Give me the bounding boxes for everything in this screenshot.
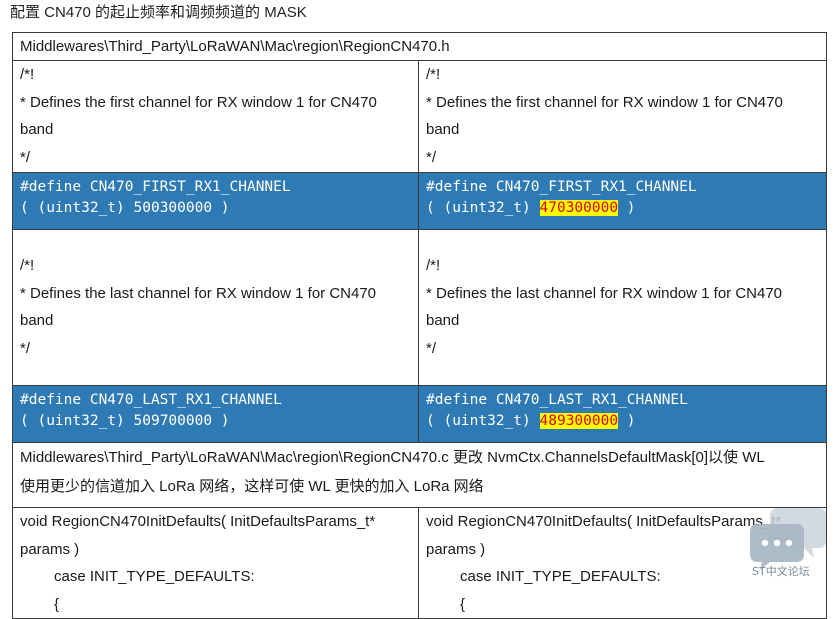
comment-text-cont: band [20,312,54,329]
brace-line: { [54,595,60,613]
comment-open: /*! [426,66,441,83]
case-line: case INIT_TYPE_DEFAULTS: [54,568,255,585]
note-row: Middlewares\Third_Party\LoRaWAN\Mac\regi… [11,442,828,508]
first-comment-right: /*! * Defines the first channel for RX w… [417,60,828,173]
comment-close: */ [426,339,437,357]
function-left: void RegionCN470InitDefaults( InitDefaul… [12,507,419,619]
file-path-header: Middlewares\Third_Party\LoRaWAN\Mac\regi… [11,32,828,61]
first-define-row: #define CN470_FIRST_RX1_CHANNEL ( (uint3… [12,172,828,230]
comment-text: * Defines the last channel for RX window… [426,284,783,302]
document-caption: 配置 CN470 的起止频率和调频频道的 MASK [10,4,307,21]
comment-text-cont: band [426,121,460,138]
comment-open: /*! [20,257,35,274]
comment-close: */ [20,148,31,166]
watermark-text: ST中文论坛 [752,565,810,578]
last-define-row: #define CN470_LAST_RX1_CHANNEL ( (uint32… [12,385,828,443]
first-comment-left: /*! * Defines the first channel for RX w… [12,60,419,173]
last-comment-row: /*! * Defines the last channel for RX wi… [12,229,828,386]
comment-close: */ [426,148,437,166]
define-value-line: ( (uint32_t) 489300000 ) [426,413,636,429]
modified-value-highlight: 489300000 [539,413,619,429]
first-define-left: #define CN470_FIRST_RX1_CHANNEL ( (uint3… [12,172,419,230]
first-comment-row: /*! * Defines the first channel for RX w… [12,60,828,173]
define-value-line: ( (uint32_t) 470300000 ) [426,200,636,216]
comment-open: /*! [20,66,35,83]
original-value: 500300000 [133,200,213,216]
modified-value-highlight: 470300000 [539,200,619,216]
last-comment-right: /*! * Defines the last channel for RX wi… [417,229,828,386]
define-value-line: ( (uint32_t) 509700000 ) [20,413,230,429]
comment-text-cont: band [20,121,54,138]
comment-text: * Defines the first channel for RX windo… [426,93,783,111]
comment-text: * Defines the first channel for RX windo… [20,93,377,111]
last-define-left: #define CN470_LAST_RX1_CHANNEL ( (uint32… [12,385,419,443]
brace-line: { [460,595,466,613]
define-line: #define CN470_FIRST_RX1_CHANNEL [20,179,291,195]
note-cell: Middlewares\Third_Party\LoRaWAN\Mac\regi… [11,442,828,508]
comment-text: * Defines the last channel for RX window… [20,284,377,302]
last-define-right: #define CN470_LAST_RX1_CHANNEL ( (uint32… [417,385,828,443]
comment-close: */ [20,339,31,357]
original-value: 509700000 [133,413,213,429]
function-row: void RegionCN470InitDefaults( InitDefaul… [12,507,828,619]
note-line-2: 使用更少的信道加入 LoRa 网络，这样可使 WL 更快的加入 LoRa 网络 [20,478,484,495]
define-line: #define CN470_LAST_RX1_CHANNEL [20,392,282,408]
define-value-line: ( (uint32_t) 500300000 ) [20,200,230,216]
define-line: #define CN470_LAST_RX1_CHANNEL [426,392,688,408]
code-comparison-table: Middlewares\Third_Party\LoRaWAN\Mac\regi… [11,32,828,619]
note-line-1: Middlewares\Third_Party\LoRaWAN\Mac\regi… [20,449,765,466]
first-define-right: #define CN470_FIRST_RX1_CHANNEL ( (uint3… [417,172,828,230]
file-path-row: Middlewares\Third_Party\LoRaWAN\Mac\regi… [11,32,828,61]
last-comment-left: /*! * Defines the last channel for RX wi… [12,229,419,386]
function-signature: void RegionCN470InitDefaults( InitDefaul… [20,513,376,530]
comment-open: /*! [426,257,441,274]
function-signature-cont: params ) [20,540,80,558]
define-line: #define CN470_FIRST_RX1_CHANNEL [426,179,697,195]
comment-text-cont: band [426,312,460,329]
